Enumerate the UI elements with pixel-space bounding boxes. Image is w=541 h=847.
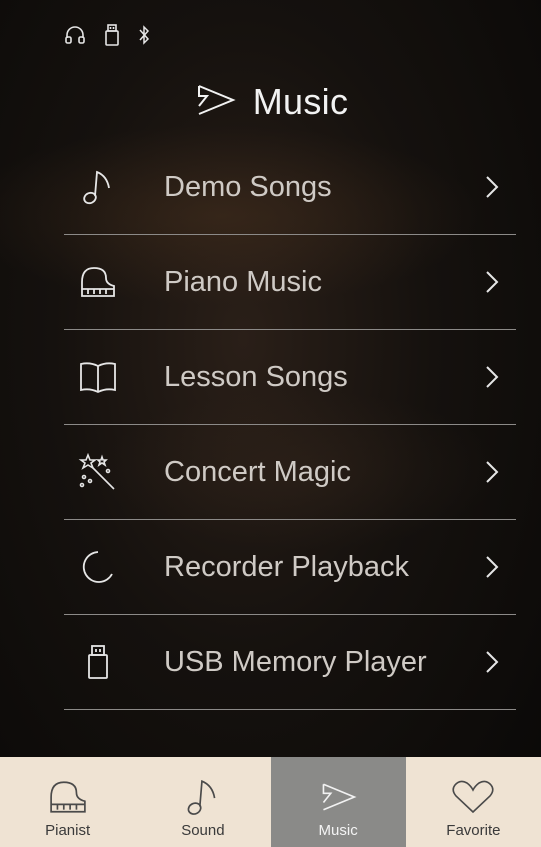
menu-item-lesson-songs[interactable]: Lesson Songs <box>64 330 516 425</box>
piano-icon <box>43 775 93 819</box>
usb-icon <box>104 23 120 47</box>
tab-music[interactable]: Music <box>270 757 406 847</box>
music-note-icon <box>178 775 228 819</box>
page-title-text: Music <box>252 81 349 122</box>
piano-icon <box>78 262 118 302</box>
book-icon <box>78 357 118 397</box>
chevron-right-icon <box>486 461 499 483</box>
menu-item-label: Concert Magic <box>164 455 351 488</box>
tab-label: Sound <box>181 822 225 839</box>
music-note-icon <box>78 167 118 207</box>
menu-item-label: USB Memory Player <box>164 645 427 678</box>
tab-label: Pianist <box>45 822 91 839</box>
tab-favorite[interactable]: Favorite <box>405 757 541 847</box>
chevron-right-icon <box>486 556 499 578</box>
menu-item-piano-music[interactable]: Piano Music <box>64 235 516 330</box>
chevron-right-icon <box>486 651 499 673</box>
magic-wand-icon <box>78 452 118 492</box>
tab-pianist[interactable]: Pianist <box>0 757 136 847</box>
menu-item-label: Piano Music <box>164 265 322 298</box>
tab-bar: Pianist Sound Music Favorite <box>0 757 541 847</box>
menu-item-label: Lesson Songs <box>164 360 348 393</box>
tab-label: Favorite <box>446 822 501 839</box>
chevron-right-icon <box>486 176 499 198</box>
usb-icon <box>78 642 118 682</box>
tab-sound[interactable]: Sound <box>135 757 271 847</box>
tab-label: Music <box>318 822 358 839</box>
bluetooth-icon <box>138 24 150 46</box>
menu-item-demo-songs[interactable]: Demo Songs <box>64 140 516 235</box>
menu-item-label: Recorder Playback <box>164 550 409 583</box>
menu-item-concert-magic[interactable]: Concert Magic <box>64 425 516 520</box>
menu-item-label: Demo Songs <box>164 170 332 203</box>
chevron-right-icon <box>486 366 499 388</box>
play-outline-icon <box>193 82 237 123</box>
music-menu: Demo Songs Piano Music Lesson Songs Conc… <box>64 140 516 710</box>
menu-item-usb-memory-player[interactable]: USB Memory Player <box>64 615 516 710</box>
play-outline-icon <box>313 775 363 819</box>
headphones-icon <box>64 25 86 45</box>
music-screen: Music Demo Songs Piano Music Lesson Song… <box>0 0 541 847</box>
menu-item-recorder-playback[interactable]: Recorder Playback <box>64 520 516 615</box>
page-title: Music <box>0 78 541 126</box>
chevron-right-icon <box>486 271 499 293</box>
heart-icon <box>448 775 498 819</box>
record-circle-icon <box>78 547 118 587</box>
status-bar <box>64 18 150 52</box>
